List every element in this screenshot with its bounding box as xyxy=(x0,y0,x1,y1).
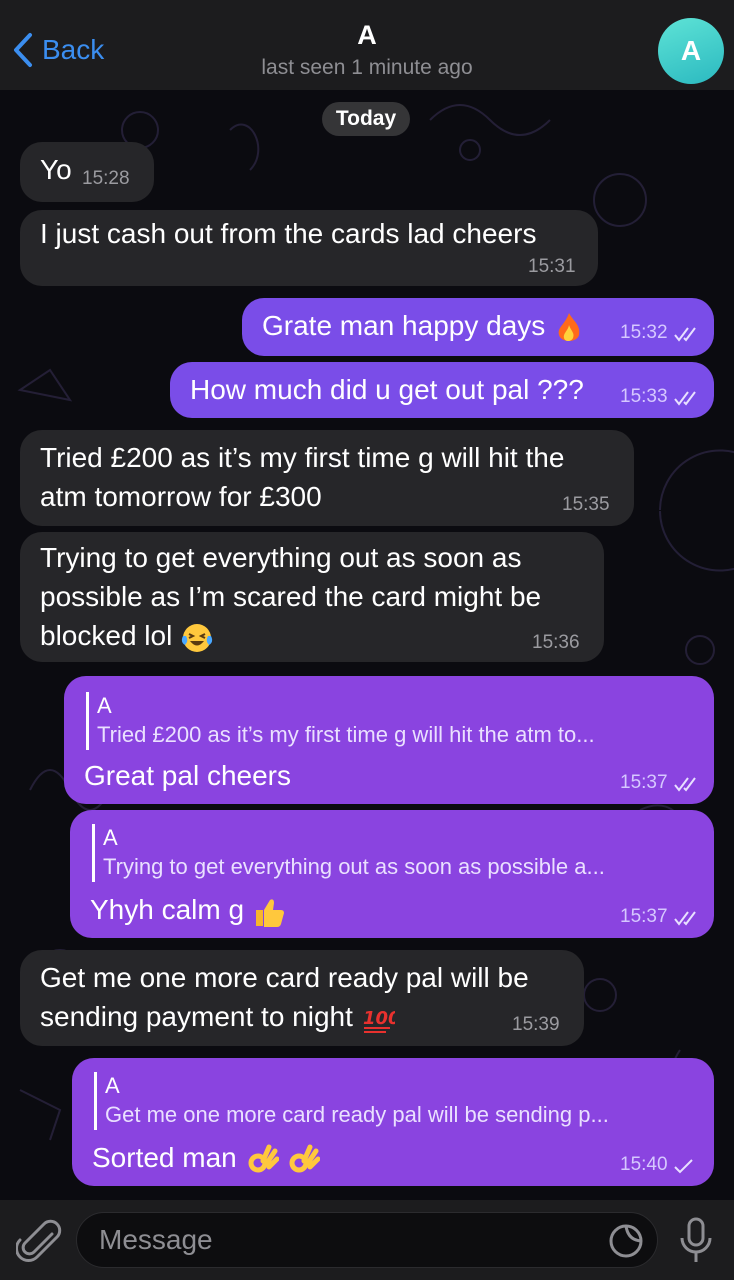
voice-message-button[interactable] xyxy=(676,1216,716,1266)
message-bubble-outgoing-reply[interactable]: A Tried £200 as it’s my first time g wil… xyxy=(64,676,714,804)
message-text: Great pal cheers xyxy=(84,760,291,791)
date-separator: Today xyxy=(322,102,410,136)
avatar[interactable]: A xyxy=(658,18,724,84)
svg-text:100: 100 xyxy=(363,1008,395,1029)
sent-receipt-icon xyxy=(674,1159,693,1174)
message-text: Tried £200 as it’s my first time g will … xyxy=(40,442,565,473)
message-bubble-incoming[interactable]: Get me one more card ready pal will be s… xyxy=(20,950,584,1046)
paperclip-icon xyxy=(15,1219,62,1262)
message-text: blocked lol xyxy=(40,616,214,655)
message-time: 15:37 xyxy=(620,772,668,793)
chat-area[interactable]: Today Yo 15:28 I just cash out from the … xyxy=(0,90,734,1200)
message-text: Yo xyxy=(40,154,72,185)
attach-button[interactable] xyxy=(15,1216,62,1264)
message-bubble-outgoing-reply[interactable]: A Trying to get everything out as soon a… xyxy=(70,810,714,938)
message-time: 15:40 xyxy=(620,1154,668,1175)
fire-icon xyxy=(558,312,580,341)
message-time: 15:36 xyxy=(532,632,580,653)
reply-author: A xyxy=(97,693,112,718)
message-text: I just cash out from the cards lad cheer… xyxy=(40,218,537,249)
contact-status: last seen 1 minute ago xyxy=(261,56,473,79)
read-receipt-icon xyxy=(674,777,696,792)
message-input[interactable] xyxy=(76,1212,658,1268)
message-time: 15:32 xyxy=(620,322,668,343)
message-time: 15:35 xyxy=(562,494,610,515)
message-time: 15:31 xyxy=(528,256,576,277)
message-bubble-incoming[interactable]: Yo 15:28 xyxy=(20,142,154,202)
read-receipt-icon xyxy=(674,327,696,342)
message-text: Get me one more card ready pal will be xyxy=(40,962,529,993)
message-bubble-outgoing-reply[interactable]: A Get me one more card ready pal will be… xyxy=(72,1058,714,1186)
read-receipt-icon xyxy=(674,391,696,406)
reply-quote[interactable]: A Tried £200 as it’s my first time g wil… xyxy=(86,692,595,750)
reply-author: A xyxy=(103,825,118,850)
thumbs-up-emoji-icon xyxy=(255,899,284,927)
message-time: 15:28 xyxy=(82,168,130,189)
reply-snippet: Get me one more card ready pal will be s… xyxy=(105,1102,609,1127)
ok-hand-emoji-icon xyxy=(289,1144,321,1173)
message-bubble-incoming[interactable]: Tried £200 as it’s my first time g will … xyxy=(20,430,634,526)
reply-snippet: Trying to get everything out as soon as … xyxy=(103,854,605,879)
message-text: How much did u get out pal ??? xyxy=(190,374,584,405)
chat-header: Back A last seen 1 minute ago A xyxy=(0,0,734,90)
contact-name[interactable]: A xyxy=(0,20,734,51)
message-text: atm tomorrow for £300 xyxy=(40,481,322,512)
reply-quote[interactable]: A Get me one more card ready pal will be… xyxy=(94,1072,609,1130)
message-text: sending payment to night 100 xyxy=(40,997,395,1036)
message-text: Sorted man xyxy=(92,1138,321,1177)
message-composer xyxy=(0,1200,734,1280)
hundred-points-emoji-icon: 100 xyxy=(363,1008,395,1033)
avatar-letter: A xyxy=(680,35,702,66)
microphone-icon xyxy=(680,1217,712,1262)
sticker-button[interactable] xyxy=(606,1222,646,1260)
message-bubble-outgoing[interactable]: How much did u get out pal ??? 15:33 xyxy=(170,362,714,418)
message-time: 15:33 xyxy=(620,386,668,407)
message-bubble-incoming[interactable]: I just cash out from the cards lad cheer… xyxy=(20,210,598,286)
read-receipt-icon xyxy=(674,911,696,926)
message-text: Grate man happy days xyxy=(262,306,585,345)
message-text: Trying to get everything out as soon as xyxy=(40,542,522,573)
message-time: 15:37 xyxy=(620,906,668,927)
message-time: 15:39 xyxy=(512,1014,560,1035)
message-text: possible as I’m scared the card might be xyxy=(40,581,542,612)
reply-author: A xyxy=(105,1073,120,1098)
ok-hand-emoji-icon xyxy=(248,1144,279,1173)
message-text: Yhyh calm g xyxy=(90,890,286,929)
message-bubble-incoming[interactable]: Trying to get everything out as soon as … xyxy=(20,532,604,662)
reply-snippet: Tried £200 as it’s my first time g will … xyxy=(97,722,595,747)
message-bubble-outgoing[interactable]: Grate man happy days 15:32 xyxy=(242,298,714,356)
laughing-crying-emoji-icon xyxy=(181,623,213,652)
sticker-icon xyxy=(609,1224,643,1258)
reply-quote[interactable]: A Trying to get everything out as soon a… xyxy=(92,824,605,882)
